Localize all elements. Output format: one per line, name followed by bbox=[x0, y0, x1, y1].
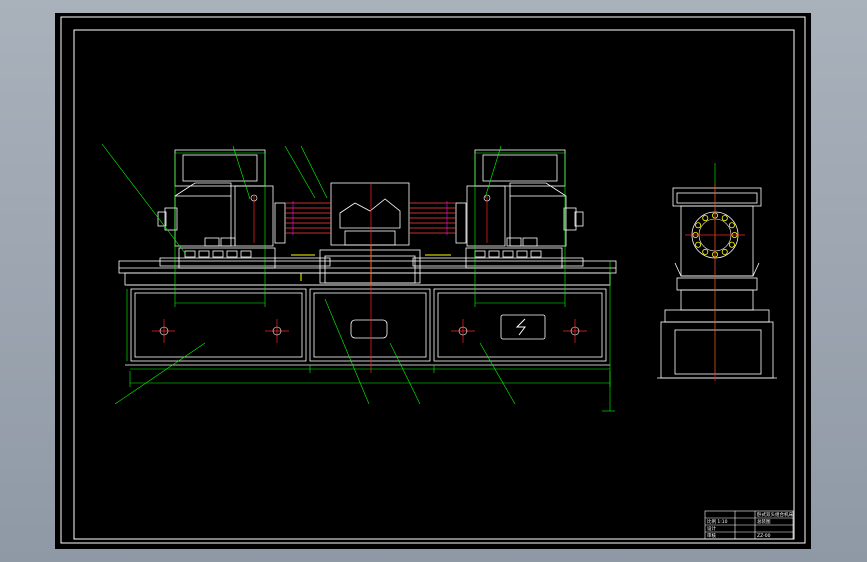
electrical-panel bbox=[500, 314, 546, 340]
center-inspection-window bbox=[350, 319, 388, 339]
outer-frame bbox=[60, 16, 806, 544]
center-base-cabinet bbox=[309, 288, 431, 362]
left-power-head bbox=[157, 182, 286, 269]
right-spindle-array bbox=[409, 202, 456, 234]
title-main: 卧式双头组合机床 bbox=[757, 511, 793, 518]
center-workpiece-frame bbox=[330, 182, 410, 246]
title-number: ZZ-00 bbox=[757, 533, 771, 539]
centerlines bbox=[152, 183, 587, 373]
drawing-sheet: 卧式双头组合机床 总装图 比例 1:10 ZZ-00 设计 审核 bbox=[55, 13, 811, 549]
inner-frame bbox=[73, 29, 795, 540]
spindle-hole bbox=[721, 248, 728, 255]
spindle-hole bbox=[702, 248, 709, 255]
cad-viewport[interactable]: 卧式双头组合机床 总装图 比例 1:10 ZZ-00 设计 审核 bbox=[0, 0, 867, 562]
title-designer: 设计 bbox=[707, 525, 716, 532]
title-sub: 总装图 bbox=[757, 518, 771, 525]
spindle-hole bbox=[695, 222, 702, 229]
right-base-cabinet bbox=[433, 288, 607, 362]
title-checker: 审核 bbox=[707, 532, 716, 539]
left-spindle-array bbox=[285, 202, 331, 234]
spindle-hole bbox=[721, 215, 728, 222]
left-base-cabinet bbox=[130, 288, 307, 362]
center-fixture-base bbox=[319, 249, 421, 284]
spindle-hole bbox=[728, 222, 735, 229]
title-scale: 比例 1:10 bbox=[707, 518, 728, 525]
front-view bbox=[118, 149, 617, 366]
spindle-hole bbox=[695, 241, 702, 248]
spindle-hole bbox=[702, 215, 709, 222]
cad-drawing: 卧式双头组合机床 总装图 比例 1:10 ZZ-00 设计 审核 bbox=[60, 16, 806, 544]
spindle-hole bbox=[728, 241, 735, 248]
